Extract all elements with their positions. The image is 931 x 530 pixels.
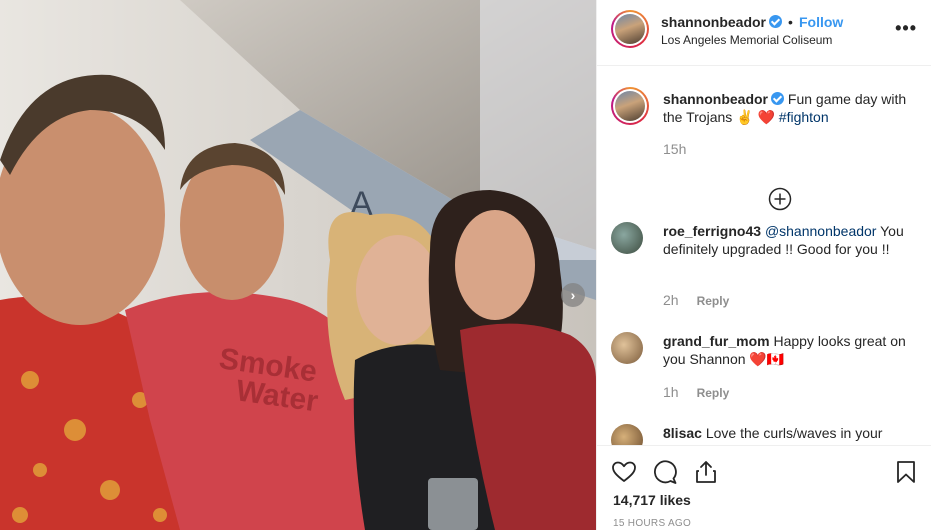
comment-meta: 2h Reply	[663, 292, 729, 308]
selfie-photo: A Smoke Water	[0, 0, 596, 530]
hashtag-link[interactable]: #fighton	[779, 109, 829, 125]
verified-badge-icon	[771, 92, 785, 105]
drink-glass	[428, 478, 478, 530]
comment-body: Love the curls/waves in your	[701, 425, 883, 441]
commenter-avatar[interactable]	[611, 222, 643, 254]
caption: shannonbeador Fun game day with the Troj…	[611, 87, 913, 211]
comment-meta: 1h Reply	[663, 384, 729, 400]
comment-item: roe_ferrigno43 @shannonbeador You defini…	[611, 222, 911, 312]
person-4-face	[455, 210, 535, 320]
bookmark-icon[interactable]	[893, 459, 919, 485]
heart-icon[interactable]	[611, 459, 637, 485]
commenter-username[interactable]: 8lisac	[663, 425, 702, 441]
comment-item: 8lisac Love the curls/waves in your	[611, 424, 911, 445]
location-link[interactable]: Los Angeles Memorial Coliseum	[661, 33, 832, 47]
mention-link[interactable]: @shannonbeador	[765, 223, 877, 239]
follow-button[interactable]: Follow	[799, 14, 843, 30]
caption-avatar[interactable]	[611, 87, 649, 125]
separator-dot: •	[788, 14, 793, 30]
caption-username[interactable]: shannonbeador	[663, 91, 768, 107]
comment-age: 1h	[663, 384, 679, 400]
comment-age: 2h	[663, 292, 679, 308]
actions-bar: 14,717 likes 15 HOURS AGO	[597, 445, 931, 530]
chevron-right-icon: ›	[570, 287, 576, 303]
comment-text: 8lisac Love the curls/waves in your	[663, 424, 913, 442]
like-count[interactable]: 14,717 likes	[613, 492, 691, 508]
caption-age: 15h	[663, 141, 687, 157]
commenter-avatar[interactable]	[611, 332, 643, 364]
post-side-panel: shannonbeador • Follow Los Angeles Memor…	[596, 0, 931, 530]
commenter-username[interactable]: roe_ferrigno43	[663, 223, 761, 239]
comment-item: grand_fur_mom Happy looks great on you S…	[611, 332, 911, 422]
reply-button[interactable]: Reply	[697, 386, 730, 400]
comment-icon[interactable]	[652, 459, 678, 485]
add-circle-icon[interactable]	[768, 187, 792, 211]
comment-text: grand_fur_mom Happy looks great on you S…	[663, 332, 913, 368]
author-avatar[interactable]	[611, 10, 649, 48]
comments-list[interactable]: shannonbeador Fun game day with the Troj…	[597, 67, 931, 445]
person-3-face	[356, 235, 440, 345]
post-photo[interactable]: A Smoke Water ›	[0, 0, 596, 530]
next-photo-button[interactable]: ›	[561, 283, 585, 307]
commenter-username[interactable]: grand_fur_mom	[663, 333, 770, 349]
author-username[interactable]: shannonbeador	[661, 14, 783, 30]
commenter-avatar[interactable]	[611, 424, 643, 445]
post-header: shannonbeador • Follow Los Angeles Memor…	[597, 0, 931, 66]
caption-text: shannonbeador Fun game day with the Troj…	[663, 90, 913, 126]
comment-text: roe_ferrigno43 @shannonbeador You defini…	[663, 222, 913, 258]
verified-badge-icon	[769, 15, 783, 28]
post-timestamp[interactable]: 15 HOURS AGO	[613, 518, 691, 529]
reply-button[interactable]: Reply	[697, 294, 730, 308]
more-icon[interactable]: •••	[895, 18, 917, 39]
author-username-text[interactable]: shannonbeador	[661, 14, 766, 30]
share-icon[interactable]	[693, 459, 719, 485]
